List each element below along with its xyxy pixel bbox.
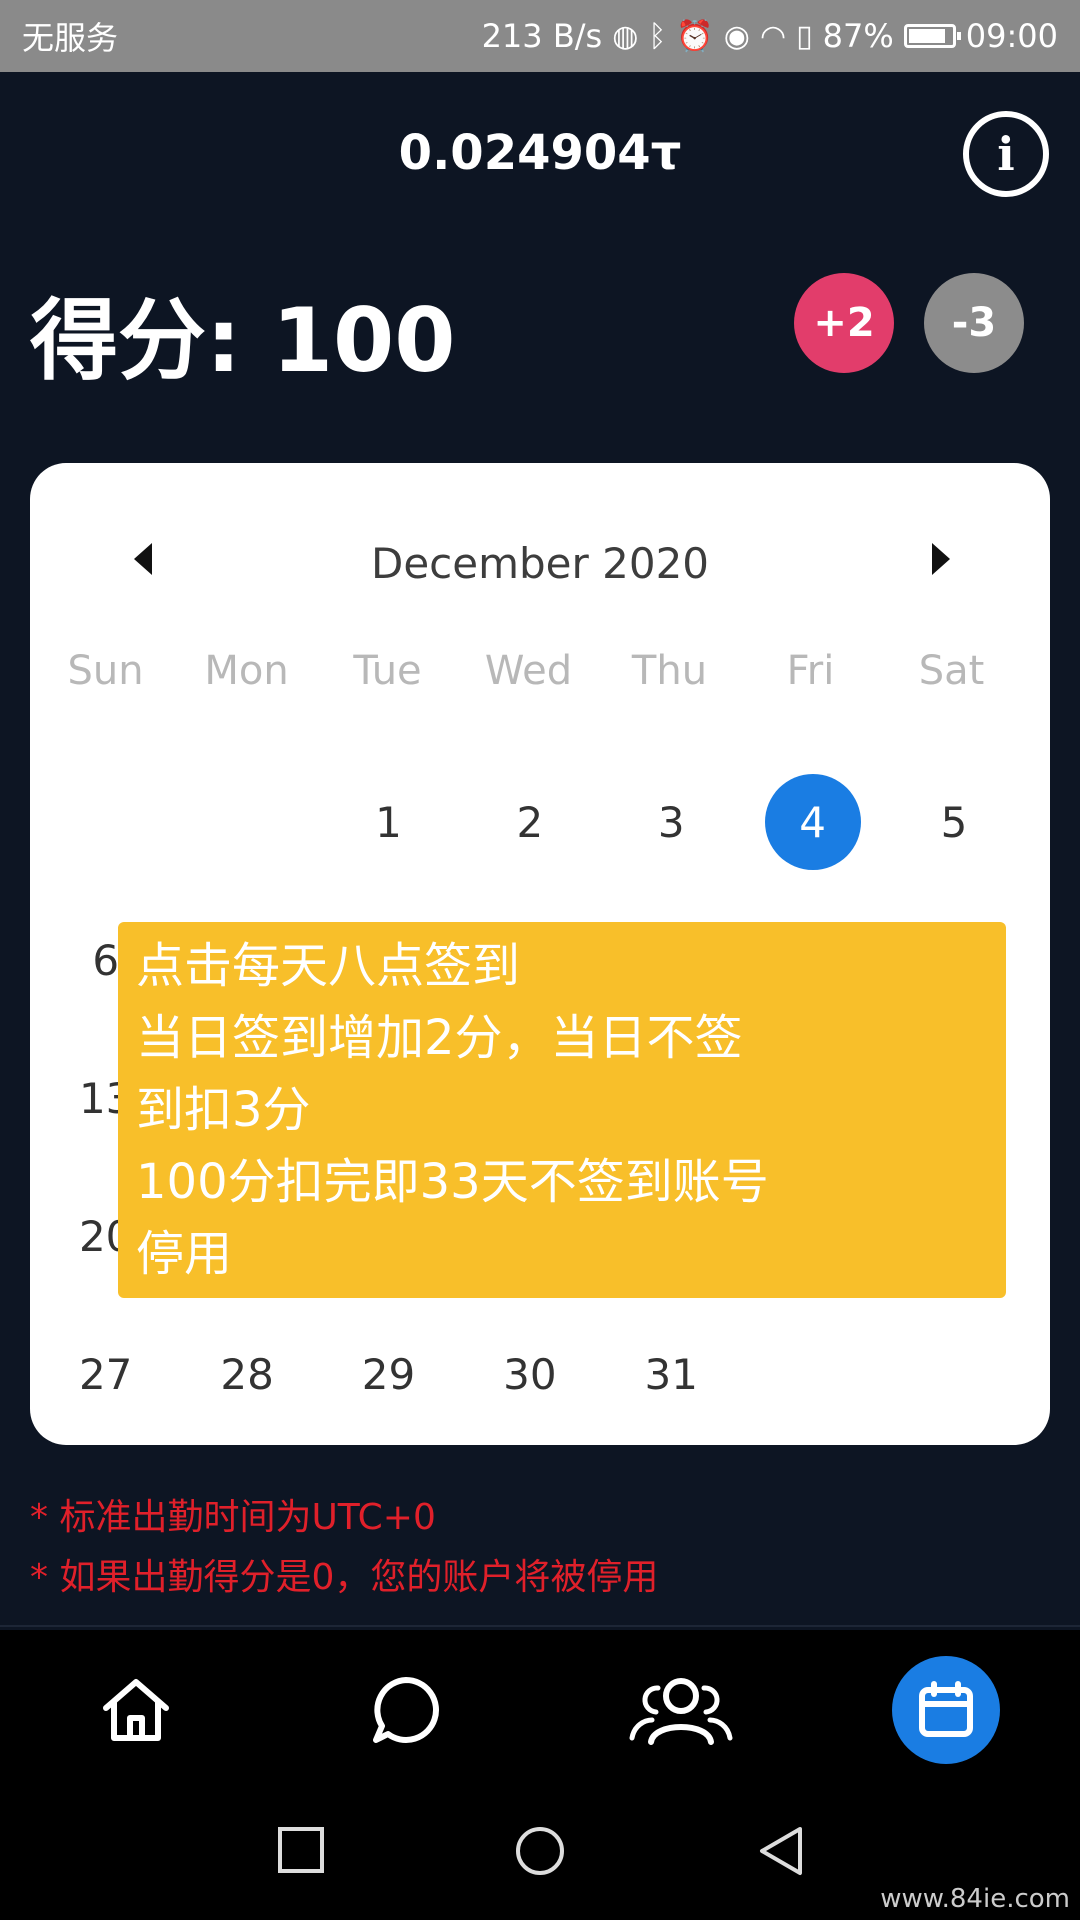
- calendar-day[interactable]: 3: [601, 753, 742, 891]
- calendar-day[interactable]: 5: [883, 753, 1024, 891]
- calendar-day-number: 29: [361, 1349, 416, 1399]
- plus-points-badge: +2: [794, 273, 894, 373]
- sign-in-note-overlay: 点击每天八点签到 当日签到增加2分，当日不签 到扣3分 100分扣完即33天不签…: [118, 922, 1006, 1298]
- calendar-day[interactable]: 27: [35, 1305, 176, 1443]
- tab-home[interactable]: [86, 1660, 186, 1760]
- next-month-icon[interactable]: [932, 543, 950, 575]
- system-nav-bar: www.84ie.com: [0, 1790, 1080, 1920]
- calendar-day-number: [199, 774, 295, 870]
- prev-month-icon[interactable]: [134, 543, 152, 575]
- calendar-day[interactable]: 2: [459, 753, 600, 891]
- calendar-day-number: 5: [940, 797, 968, 847]
- tab-calendar[interactable]: [892, 1656, 1000, 1764]
- calendar-day-number: 31: [644, 1349, 698, 1399]
- calendar-day-number: 27: [78, 1349, 133, 1399]
- note-line: 到扣3分: [136, 1082, 311, 1138]
- calendar-day-number: 2: [516, 797, 544, 847]
- status-bar: 无服务 213 B/s ◍ ᛒ ⏰ ◉ ◠ ▯ 87% 09:00: [0, 0, 1080, 72]
- calendar-day-number: 30: [503, 1349, 557, 1399]
- calendar-day-today[interactable]: 4: [742, 753, 883, 891]
- weekday-row: Sun Mon Tue Wed Thu Fri Sat: [30, 648, 1050, 694]
- weekday-label: Tue: [353, 648, 422, 694]
- calendar-day[interactable]: 1: [318, 753, 459, 891]
- alarm-icon: ⏰: [676, 18, 714, 54]
- warning-suspension: * 如果出勤得分是0，您的账户将被停用: [30, 1557, 659, 1598]
- month-title: December 2020: [370, 538, 710, 588]
- calendar-header: December 2020: [30, 523, 1050, 603]
- eye-icon: ◉: [723, 18, 750, 54]
- home-icon: [103, 1679, 169, 1741]
- calendar-day[interactable]: 31: [601, 1305, 742, 1443]
- note-line: 停用: [136, 1226, 233, 1282]
- watermark-text: www.84ie.com: [880, 1884, 1070, 1914]
- note-line: 点击每天八点签到: [136, 938, 521, 994]
- weekday-label: Thu: [631, 648, 708, 694]
- weekday-label: Fri: [786, 648, 835, 694]
- weekday-label: Wed: [484, 648, 573, 694]
- back-button[interactable]: [756, 1825, 806, 1877]
- calendar-day-empty: [883, 1305, 1024, 1443]
- status-icons: 213 B/s ◍ ᛒ ⏰ ◉ ◠ ▯ 87% 09:00: [482, 17, 1058, 55]
- calendar-day-number: 1: [375, 797, 402, 847]
- balance-display: 0.024904τ: [398, 125, 682, 181]
- weekday-label: Sat: [918, 648, 985, 694]
- carrier-label: 无服务: [22, 19, 119, 57]
- note-line: 100分扣完即33天不签到账号: [136, 1154, 769, 1210]
- minus-points-badge: -3: [924, 273, 1024, 373]
- warning-utc: * 标准出勤时间为UTC+0: [30, 1497, 436, 1538]
- calendar-day-number: [906, 1326, 1002, 1422]
- battery-icon: [903, 24, 961, 48]
- sim-alert-icon: ▯: [796, 18, 813, 54]
- calendar-day-empty: [742, 1305, 883, 1443]
- bottom-tab-bar: [0, 1630, 1080, 1790]
- calendar-day-number: 28: [220, 1349, 274, 1399]
- calendar-icon: [919, 1681, 973, 1737]
- tab-chat[interactable]: [356, 1660, 456, 1760]
- recent-apps-button[interactable]: [276, 1825, 326, 1875]
- nfc-icon: ◍: [612, 18, 639, 54]
- calendar-day-number: 4: [764, 774, 861, 870]
- clock: 09:00: [965, 17, 1058, 55]
- divider: [0, 1625, 1080, 1627]
- calendar-day-number: 3: [657, 797, 685, 847]
- calendar-day-number: [58, 774, 154, 870]
- calendar-day-empty: [35, 753, 176, 891]
- calendar-day-empty: [176, 753, 317, 891]
- note-line: 当日签到增加2分，当日不签: [136, 1010, 743, 1066]
- info-icon[interactable]: i: [963, 111, 1049, 197]
- battery-percent: 87%: [822, 17, 894, 55]
- chat-icon: [373, 1677, 439, 1743]
- score-label: 得分: 100: [30, 289, 456, 392]
- calendar-day[interactable]: 28: [176, 1305, 317, 1443]
- network-speed: 213 B/s: [481, 17, 603, 55]
- wifi-icon: ◠: [759, 18, 787, 54]
- weekday-label: Sun: [67, 648, 144, 694]
- calendar-day[interactable]: 30: [459, 1305, 600, 1443]
- weekday-label: Mon: [204, 648, 289, 694]
- home-button[interactable]: [514, 1825, 566, 1877]
- calendar-day[interactable]: 29: [318, 1305, 459, 1443]
- calendar-day-number: [765, 1326, 861, 1422]
- tab-team[interactable]: [626, 1660, 736, 1760]
- bluetooth-icon: ᛒ: [648, 18, 667, 54]
- team-icon: [629, 1678, 733, 1745]
